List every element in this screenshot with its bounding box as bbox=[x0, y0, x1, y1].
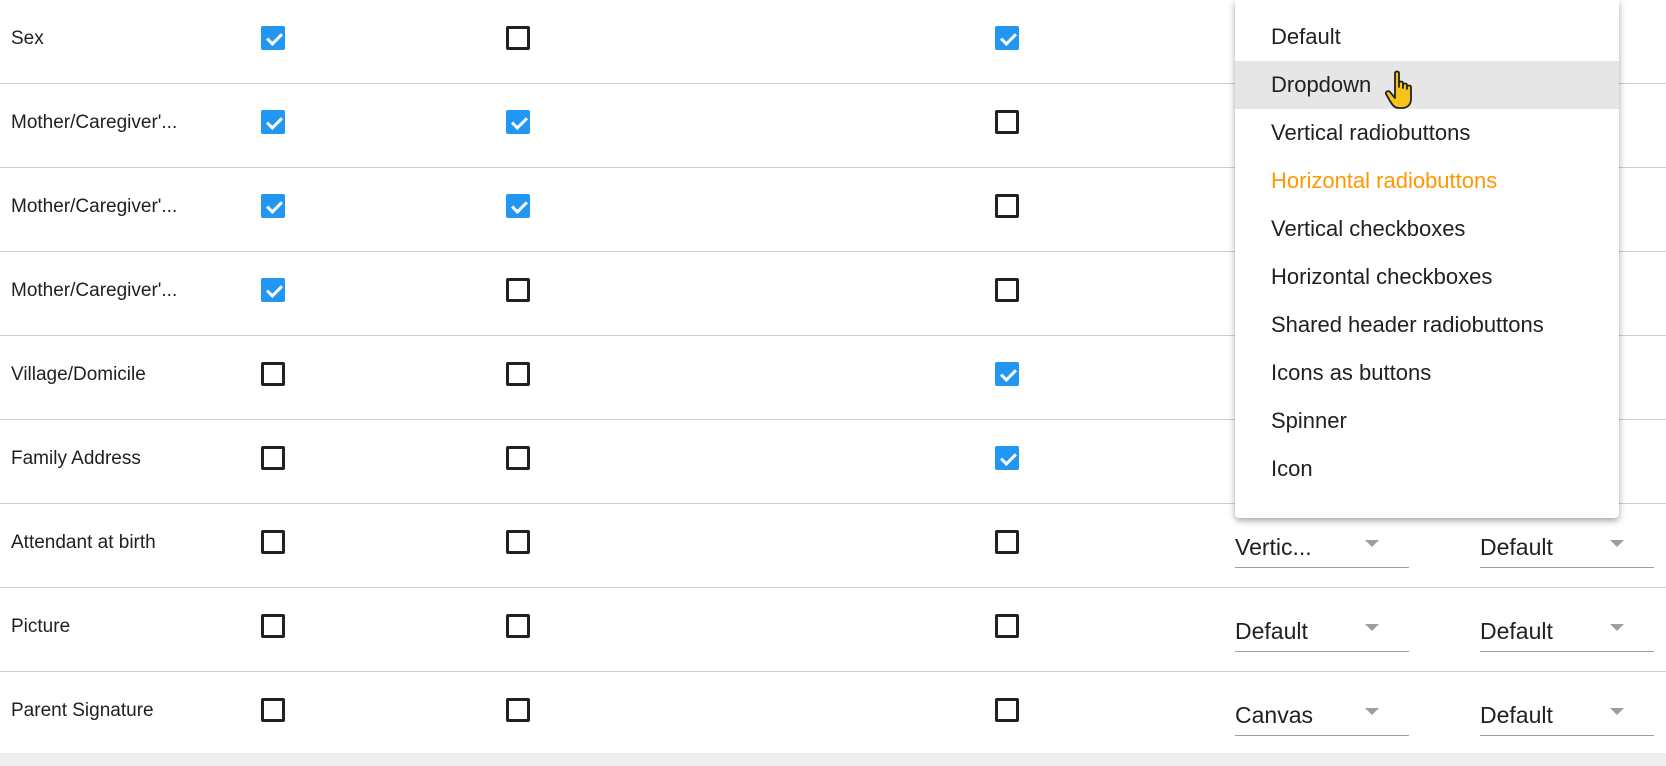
table-row: Parent Signature Canvas Default bbox=[0, 672, 1666, 756]
checkbox-col1-icon[interactable] bbox=[261, 614, 285, 638]
field-label: Attendant at birth bbox=[11, 532, 156, 553]
field-label: Mother/Caregiver'... bbox=[11, 280, 178, 301]
menu-item-icons-as-buttons[interactable]: Icons as buttons bbox=[1235, 349, 1619, 397]
select-value: Default bbox=[1480, 534, 1553, 560]
dropdown-arrow-icon bbox=[1365, 708, 1379, 715]
checkbox-col2-icon[interactable] bbox=[506, 362, 530, 386]
checkbox-col2-icon[interactable] bbox=[506, 698, 530, 722]
checkbox-col2-icon[interactable] bbox=[506, 26, 530, 50]
select-col1[interactable]: Canvas bbox=[1235, 692, 1409, 736]
menu-item-horizontal-radiobuttons[interactable]: Horizontal radiobuttons bbox=[1235, 157, 1619, 205]
checkbox-col3-icon[interactable] bbox=[995, 110, 1019, 134]
checkbox-col2-icon[interactable] bbox=[506, 614, 530, 638]
checkbox-col3-icon[interactable] bbox=[995, 362, 1019, 386]
field-label: Mother/Caregiver'... bbox=[11, 112, 178, 133]
dropdown-arrow-icon bbox=[1610, 624, 1624, 631]
menu-item-shared-header-radiobuttons[interactable]: Shared header radiobuttons bbox=[1235, 301, 1619, 349]
select-col2[interactable]: Default bbox=[1480, 692, 1654, 736]
checkbox-col3-icon[interactable] bbox=[995, 614, 1019, 638]
checkbox-col2-icon[interactable] bbox=[506, 194, 530, 218]
checkbox-col2-icon[interactable] bbox=[506, 278, 530, 302]
menu-item-vertical-radiobuttons[interactable]: Vertical radiobuttons bbox=[1235, 109, 1619, 157]
select-col1[interactable]: Vertic... bbox=[1235, 524, 1409, 568]
select-value: Default bbox=[1480, 702, 1553, 728]
checkbox-col1-icon[interactable] bbox=[261, 530, 285, 554]
checkbox-col1-icon[interactable] bbox=[261, 278, 285, 302]
checkbox-col1-icon[interactable] bbox=[261, 194, 285, 218]
checkbox-col3-icon[interactable] bbox=[995, 530, 1019, 554]
checkbox-col2-icon[interactable] bbox=[506, 446, 530, 470]
field-label: Sex bbox=[11, 28, 44, 49]
select-value: Canvas bbox=[1235, 702, 1313, 728]
dropdown-arrow-icon bbox=[1365, 540, 1379, 547]
select-value: Default bbox=[1235, 618, 1308, 644]
checkbox-col3-icon[interactable] bbox=[995, 278, 1019, 302]
select-value: Vertic... bbox=[1235, 534, 1312, 560]
menu-item-horizontal-checkboxes[interactable]: Horizontal checkboxes bbox=[1235, 253, 1619, 301]
menu-item-spinner[interactable]: Spinner bbox=[1235, 397, 1619, 445]
checkbox-col3-icon[interactable] bbox=[995, 446, 1019, 470]
checkbox-col1-icon[interactable] bbox=[261, 698, 285, 722]
dropdown-arrow-icon bbox=[1610, 708, 1624, 715]
select-value: Default bbox=[1480, 618, 1553, 644]
checkbox-col3-icon[interactable] bbox=[995, 698, 1019, 722]
checkbox-col2-icon[interactable] bbox=[506, 110, 530, 134]
select-col1[interactable]: Default bbox=[1235, 608, 1409, 652]
dropdown-arrow-icon bbox=[1610, 540, 1624, 547]
checkbox-col1-icon[interactable] bbox=[261, 26, 285, 50]
field-label: Picture bbox=[11, 616, 71, 637]
field-label: Mother/Caregiver'... bbox=[11, 196, 178, 217]
render-type-dropdown-menu[interactable]: Default Dropdown Vertical radiobuttons Hori… bbox=[1235, 0, 1619, 518]
menu-item-icon[interactable]: Icon bbox=[1235, 445, 1619, 493]
checkbox-col1-icon[interactable] bbox=[261, 446, 285, 470]
checkbox-col1-icon[interactable] bbox=[261, 362, 285, 386]
menu-item-dropdown[interactable]: Dropdown bbox=[1235, 61, 1619, 109]
checkbox-col1-icon[interactable] bbox=[261, 110, 285, 134]
menu-item-default[interactable]: Default bbox=[1235, 13, 1619, 61]
menu-item-vertical-checkboxes[interactable]: Vertical checkboxes bbox=[1235, 205, 1619, 253]
field-label: Village/Domicile bbox=[11, 364, 146, 385]
select-col2[interactable]: Default bbox=[1480, 524, 1654, 568]
dropdown-arrow-icon bbox=[1365, 624, 1379, 631]
table-row: Picture Default Default bbox=[0, 588, 1666, 672]
footer-bar bbox=[0, 753, 1666, 766]
hand-pointer-cursor-icon bbox=[1384, 70, 1412, 109]
field-label: Parent Signature bbox=[11, 700, 154, 721]
checkbox-col3-icon[interactable] bbox=[995, 194, 1019, 218]
checkbox-col3-icon[interactable] bbox=[995, 26, 1019, 50]
select-col2[interactable]: Default bbox=[1480, 608, 1654, 652]
checkbox-col2-icon[interactable] bbox=[506, 530, 530, 554]
field-label: Family Address bbox=[11, 448, 141, 469]
